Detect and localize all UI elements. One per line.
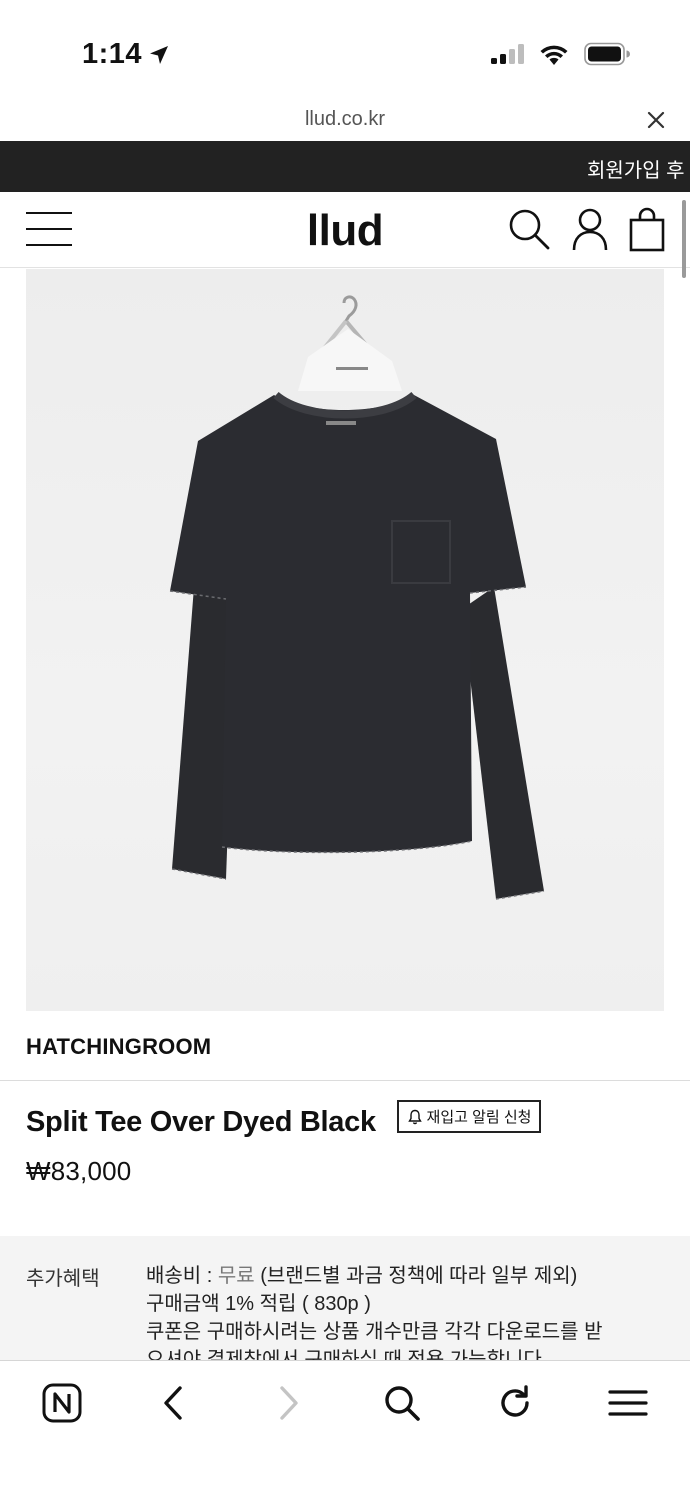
location-arrow-icon — [150, 45, 169, 64]
clock-text: 1:14 — [82, 38, 143, 70]
scroll-indicator — [682, 200, 686, 278]
url-text[interactable]: llud.co.kr — [0, 108, 690, 131]
points-info: 구매금액 1% 적립 ( 830p ) — [146, 1293, 371, 1315]
browser-url-bar[interactable]: llud.co.kr — [0, 100, 690, 142]
search-icon[interactable] — [506, 206, 550, 252]
browser-toolbar — [0, 1360, 690, 1500]
shipping-prefix: 배송비 : — [146, 1265, 218, 1287]
forward-icon[interactable] — [266, 1381, 310, 1425]
coupon-info-line1: 쿠폰은 구매하시려는 상품 개수만큼 각각 다운로드를 받 — [146, 1321, 603, 1343]
menu-icon[interactable] — [606, 1381, 650, 1425]
product-price: ₩83,000 — [26, 1156, 132, 1186]
back-icon[interactable] — [152, 1381, 196, 1425]
benefits-label: 추가혜택 — [26, 1268, 100, 1290]
site-header: llud — [0, 192, 690, 268]
shipping-note: (브랜드별 과금 정책에 따라 일부 제외) — [254, 1265, 578, 1287]
hamburger-menu-icon[interactable] — [26, 210, 72, 248]
divider — [0, 1080, 690, 1081]
status-time: 1:14 — [82, 38, 170, 71]
status-bar: 1:14 — [0, 0, 690, 100]
wifi-icon — [540, 45, 568, 65]
cellular-signal-icon — [491, 44, 524, 64]
promo-banner[interactable]: 회원가입 후 — [0, 141, 690, 192]
restock-alert-button[interactable]: 재입고 알림 신청 — [397, 1100, 541, 1133]
close-icon[interactable] — [644, 108, 668, 132]
benefits-section: 추가혜택 배송비 : 무료 (브랜드별 과금 정책에 따라 일부 제외) 구매금… — [0, 1236, 690, 1360]
battery-icon — [584, 42, 630, 66]
product-photo-shirt — [169, 295, 545, 900]
account-icon[interactable] — [568, 206, 612, 252]
reload-icon[interactable] — [493, 1381, 537, 1425]
promo-banner-text: 회원가입 후 — [587, 160, 685, 182]
product-image[interactable] — [26, 269, 664, 1011]
coupon-info-line2: 으셔야 결제창에서 구매하실 때 적용 가능합니다. — [146, 1349, 548, 1360]
shopping-bag-icon[interactable] — [626, 206, 670, 252]
restock-alert-label: 재입고 알림 신청 — [426, 1109, 532, 1126]
shipping-info: 배송비 : 무료 (브랜드별 과금 정책에 따라 일부 제외) — [146, 1262, 666, 1290]
product-title: Split Tee Over Dyed Black — [26, 1106, 376, 1138]
product-brand[interactable]: HATCHINGROOM — [26, 1034, 211, 1060]
shipping-free: 무료 — [217, 1265, 255, 1287]
search-icon[interactable] — [380, 1381, 424, 1425]
bell-icon — [407, 1109, 422, 1124]
naver-home-icon[interactable] — [40, 1381, 84, 1425]
